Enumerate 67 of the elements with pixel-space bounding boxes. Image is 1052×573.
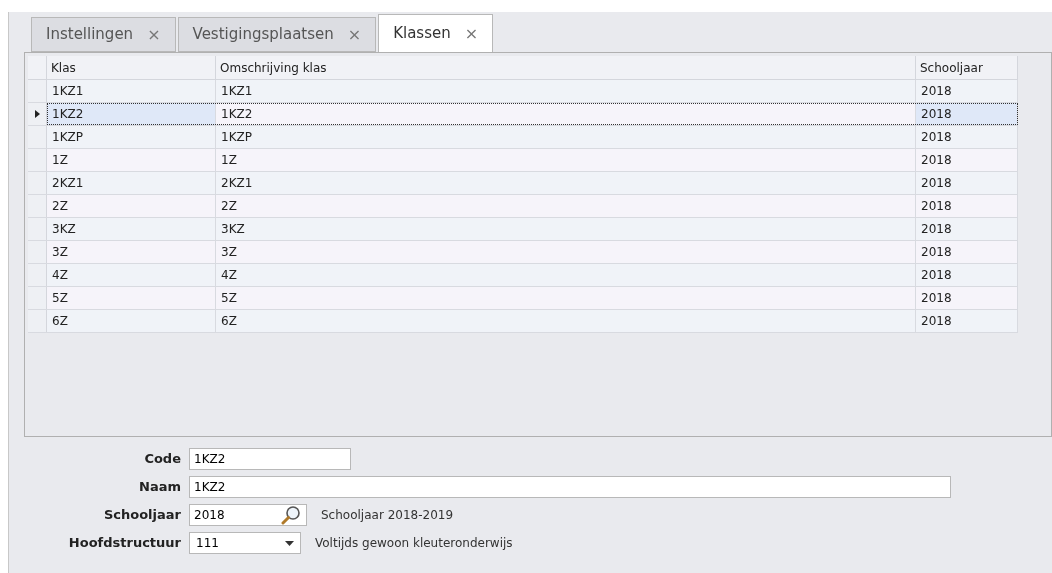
search-icon[interactable] (280, 505, 302, 525)
tab-label: Klassen (393, 23, 451, 45)
table-cell: 2KZ1 (47, 172, 216, 194)
table-cell: 1KZ2 (47, 103, 216, 125)
tab[interactable]: Vestigingsplaatsen × (177, 17, 377, 52)
table-cell: 4Z (216, 264, 916, 286)
table-row[interactable]: 3Z 3Z 2018 (28, 241, 1018, 264)
table-row[interactable]: 1KZ1 1KZ1 2018 (28, 80, 1018, 103)
caret-icon (285, 540, 294, 546)
field-label: Code (143, 450, 182, 469)
column-header[interactable]: Klas (47, 56, 216, 79)
table-cell: 6Z (216, 310, 916, 332)
input-field[interactable]: 1KZ2 (189, 476, 951, 498)
table-cell: 4Z (47, 264, 216, 286)
table-cell: 1Z (47, 149, 216, 171)
table-row[interactable]: 3KZ 3KZ 2018 (28, 218, 1018, 241)
table-cell: 2Z (216, 195, 916, 217)
table-cell: 1KZP (47, 126, 216, 148)
table-cell: 2018 (916, 126, 1018, 148)
table-row[interactable]: 2KZ1 2KZ1 2018 (28, 172, 1018, 195)
table-cell: 3KZ (47, 218, 216, 240)
table-cell: 2018 (916, 287, 1018, 309)
table-cell: 2018 (916, 195, 1018, 217)
row-indicator-icon (34, 110, 40, 118)
table-cell: 2Z (47, 195, 216, 217)
dropdown[interactable]: 111 (189, 532, 301, 554)
table-cell: 2018 (916, 264, 1018, 286)
input-field[interactable]: 1KZ2 (189, 448, 351, 470)
table-row[interactable]: 4Z 4Z 2018 (28, 264, 1018, 287)
tab[interactable]: Klassen × (378, 14, 494, 52)
table-cell: 2018 (916, 241, 1018, 263)
table-cell: 5Z (47, 287, 216, 309)
table-cell: 6Z (47, 310, 216, 332)
tab[interactable]: Instellingen × (31, 17, 176, 52)
table-cell: 5Z (216, 287, 916, 309)
table-row[interactable]: 1KZP 1KZP 2018 (28, 126, 1018, 149)
table-cell: 2018 (916, 218, 1018, 240)
table-cell: 2018 (916, 172, 1018, 194)
table-row[interactable]: 6Z 6Z 2018 (28, 310, 1018, 333)
table-cell: 2018 (916, 149, 1018, 171)
table-cell: 3Z (216, 241, 916, 263)
table-cell: 1KZ1 (216, 80, 916, 102)
table-row[interactable]: 1KZ2 1KZ2 2018 (28, 103, 1018, 126)
table-cell: 2KZ1 (216, 172, 916, 194)
table-cell: 1Z (216, 149, 916, 171)
field-label: Schooljaar (102, 506, 182, 525)
table-row[interactable]: 2Z 2Z 2018 (28, 195, 1018, 218)
table-cell: 1KZP (216, 126, 916, 148)
field-label: Hoofdstructuur (67, 534, 182, 553)
tab-label: Vestigingsplaatsen (192, 24, 334, 46)
table-row[interactable]: 5Z 5Z 2018 (28, 287, 1018, 310)
field-description: Voltijds gewoon kleuteronderwijs (315, 535, 513, 552)
close-icon[interactable]: × (464, 21, 479, 46)
field-label: Naam (138, 478, 182, 497)
table-cell: 2018 (916, 103, 1018, 125)
table-cell: 2018 (916, 80, 1018, 102)
column-header[interactable]: Omschrijving klas (216, 56, 916, 79)
close-icon[interactable]: × (347, 22, 362, 47)
field-description: Schooljaar 2018-2019 (321, 507, 454, 524)
table-cell: 3KZ (216, 218, 916, 240)
table-cell: 2018 (916, 310, 1018, 332)
tab-label: Instellingen (46, 24, 134, 46)
lookup-field[interactable]: 2018 (189, 504, 307, 526)
column-header[interactable]: Schooljaar (916, 56, 1018, 79)
table-cell: 1KZ1 (47, 80, 216, 102)
table-row[interactable]: 1Z 1Z 2018 (28, 149, 1018, 172)
table-cell: 3Z (47, 241, 216, 263)
